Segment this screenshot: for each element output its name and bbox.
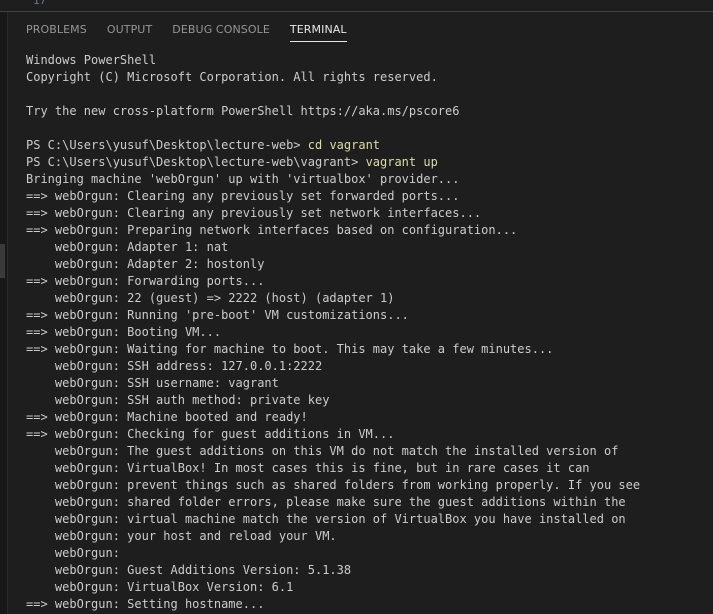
terminal-line: ==> webOrgun: Machine booted and ready!: [26, 410, 308, 424]
vscode-panel: 17 PROBLEMS OUTPUT DEBUG CONSOLE TERMINAL W…: [0, 0, 713, 614]
terminal-line: ==> webOrgun: Running 'pre-boot' VM cust…: [26, 308, 409, 322]
terminal-line: webOrgun: SSH auth method: private key: [26, 393, 330, 407]
tab-problems[interactable]: PROBLEMS: [26, 21, 87, 41]
terminal-scrollbar[interactable]: [707, 12, 713, 614]
terminal-line: webOrgun: your host and reload your VM.: [26, 529, 337, 543]
terminal-line: webOrgun: Adapter 2: hostonly: [26, 257, 265, 271]
tab-output[interactable]: OUTPUT: [107, 21, 152, 41]
terminal-line: webOrgun:: [26, 546, 120, 560]
panel-tabs: PROBLEMS OUTPUT DEBUG CONSOLE TERMINAL: [26, 21, 347, 43]
terminal-line: webOrgun: prevent things such as shared …: [26, 478, 641, 492]
terminal-prompt-line: PS C:\Users\yusuf\Desktop\lecture-web\va…: [26, 154, 706, 171]
terminal-line: ==> webOrgun: Setting hostname...: [26, 597, 265, 611]
terminal-line: webOrgun: SSH address: 127.0.0.1:2222: [26, 359, 323, 373]
terminal-line: ==> webOrgun: Clearing any previously se…: [26, 189, 460, 203]
terminal-line: webOrgun: 22 (guest) => 2222 (host) (ada…: [26, 291, 395, 305]
terminal-line: Copyright (C) Microsoft Corporation. All…: [26, 70, 438, 84]
terminal-line: webOrgun: VirtualBox Version: 6.1: [26, 580, 294, 594]
left-gutter: [0, 12, 8, 614]
gutter-marker: [0, 244, 5, 278]
terminal-prompt-line: PS C:\Users\yusuf\Desktop\lecture-web> c…: [26, 137, 706, 154]
terminal-line: ==> webOrgun: Preparing network interfac…: [26, 223, 518, 237]
terminal-line: webOrgun: SSH username: vagrant: [26, 376, 279, 390]
terminal-line: webOrgun: Adapter 1: nat: [26, 240, 229, 254]
terminal-line: Windows PowerShell: [26, 53, 157, 67]
terminal-line: Bringing machine 'webOrgun' up with 'vir…: [26, 172, 460, 186]
terminal-output[interactable]: Windows PowerShell Copyright (C) Microsof…: [26, 52, 706, 613]
typed-command: cd vagrant: [307, 138, 381, 152]
terminal-line: webOrgun: virtual machine match the vers…: [26, 512, 626, 526]
terminal-line: webOrgun: The guest additions on this VM…: [26, 444, 619, 458]
terminal-line: webOrgun: shared folder errors, please m…: [26, 495, 626, 509]
terminal-line: ==> webOrgun: Checking for guest additio…: [26, 427, 395, 441]
terminal-line: webOrgun: Guest Additions Version: 5.1.3…: [26, 563, 352, 577]
prompt-path: PS C:\Users\yusuf\Desktop\lecture-web\va…: [26, 155, 366, 169]
terminal-line: ==> webOrgun: Booting VM...: [26, 325, 222, 339]
prompt-path: PS C:\Users\yusuf\Desktop\lecture-web>: [26, 138, 308, 152]
tab-debug-console[interactable]: DEBUG CONSOLE: [172, 21, 270, 41]
terminal-line: Try the new cross-platform PowerShell ht…: [26, 104, 460, 118]
terminal-line: webOrgun: VirtualBox! In most cases this…: [26, 461, 590, 475]
terminal-line: ==> webOrgun: Clearing any previously se…: [26, 206, 482, 220]
panel-divider: [0, 11, 713, 12]
typed-command: vagrant up: [365, 155, 438, 169]
editor-line-number: 17: [33, 0, 47, 7]
terminal-line: ==> webOrgun: Waiting for machine to boo…: [26, 342, 554, 356]
tab-terminal[interactable]: TERMINAL: [289, 21, 347, 42]
terminal-line: ==> webOrgun: Forwarding ports...: [26, 274, 265, 288]
